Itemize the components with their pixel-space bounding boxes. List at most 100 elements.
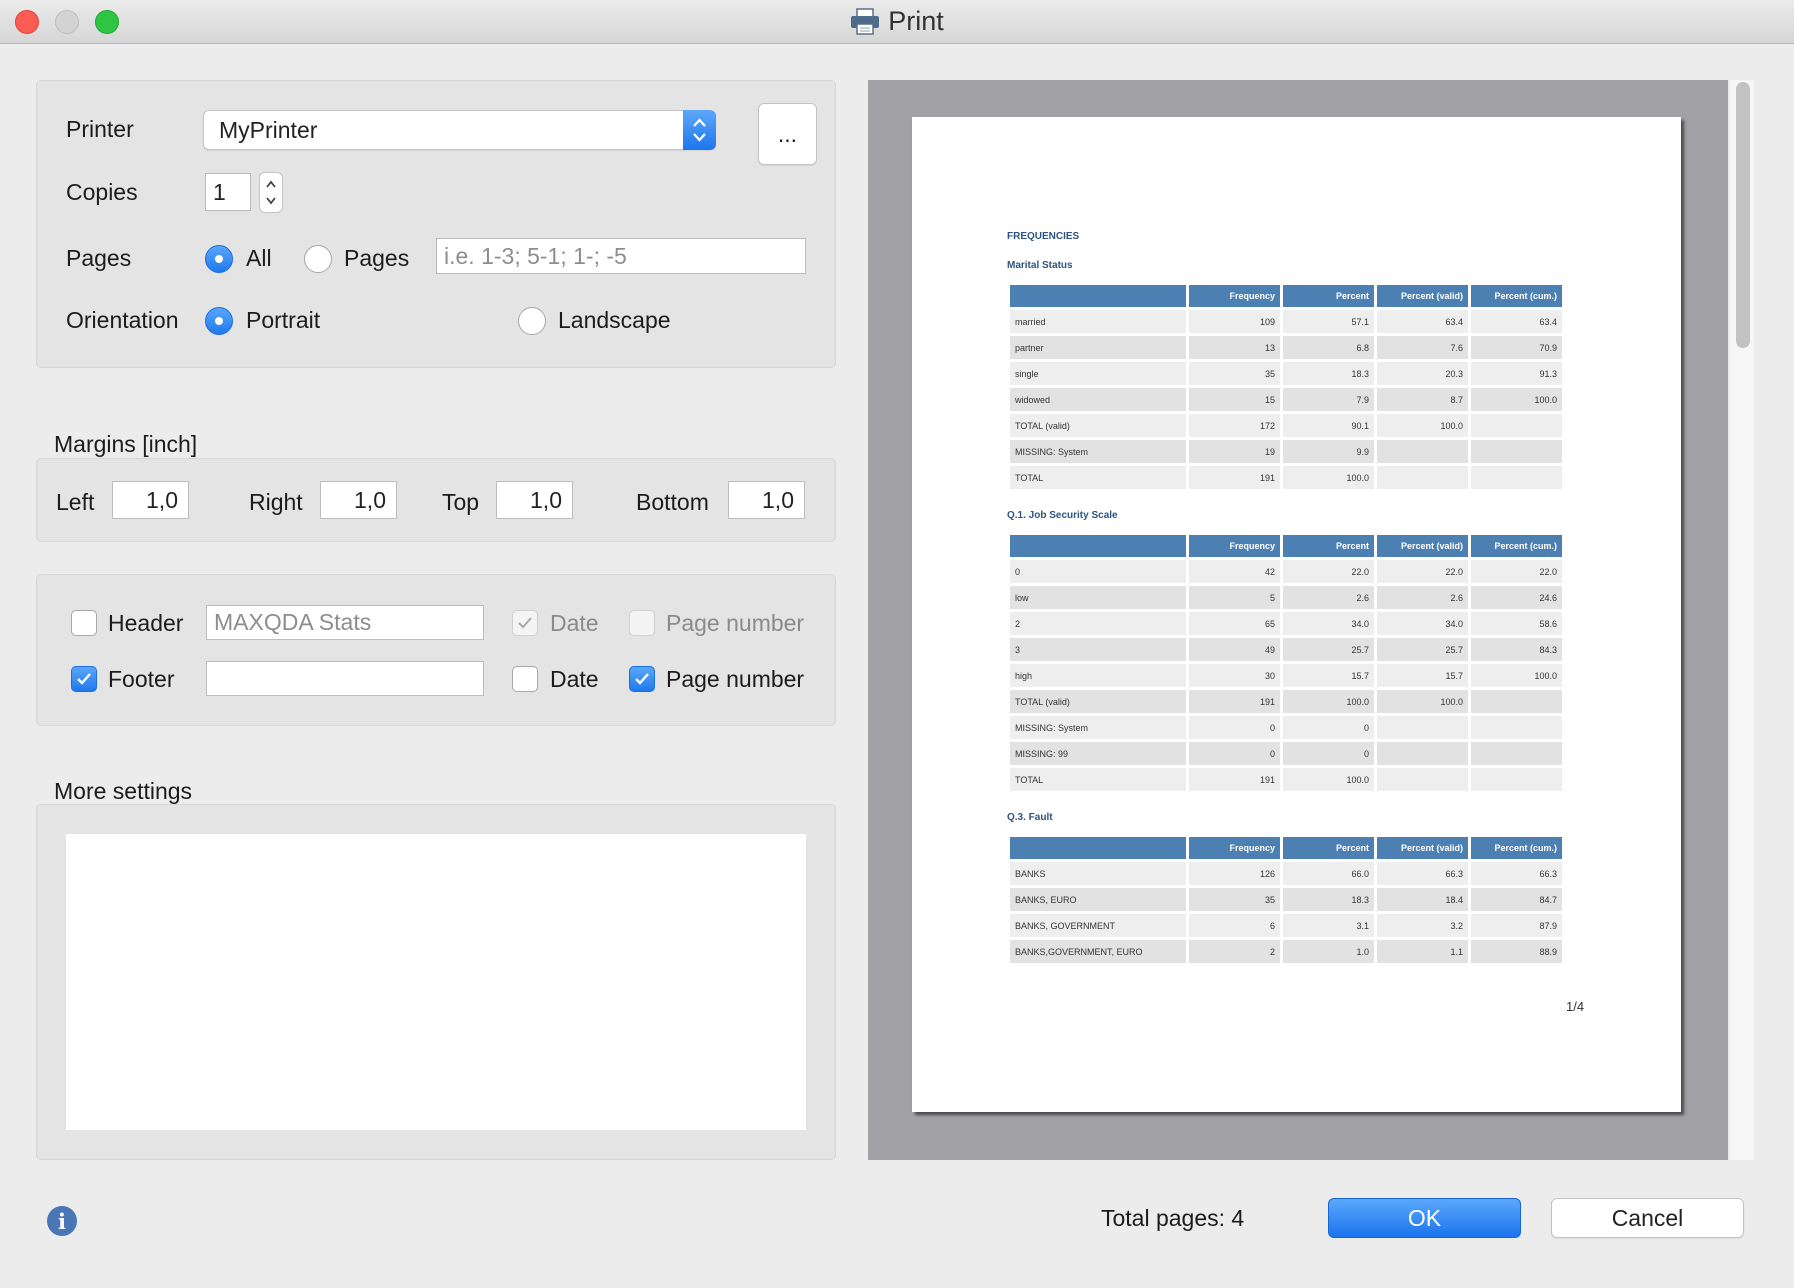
- preview-table-cell: 63.4: [1377, 310, 1468, 333]
- preview-table-cell: 22.0: [1283, 560, 1374, 583]
- stepper-arrows-icon: [266, 180, 276, 205]
- pages-all-label[interactable]: All: [246, 245, 272, 272]
- preview-table-row: BANKS, GOVERNMENT 6 3.1 3.2 87.9: [1010, 914, 1562, 937]
- margin-bottom-input[interactable]: 1,0: [728, 481, 805, 519]
- preview-table-row: MISSING: System 19 9.9: [1010, 440, 1562, 463]
- printer-select[interactable]: MyPrinter: [203, 110, 716, 150]
- preview-page: FREQUENCIES Marital Status Frequency Perce…: [912, 117, 1681, 1112]
- copies-input[interactable]: 1: [205, 173, 251, 211]
- margin-left-input[interactable]: 1,0: [112, 481, 189, 519]
- footer-label[interactable]: Footer: [108, 666, 174, 693]
- margin-top-label: Top: [442, 489, 480, 515]
- preview-table-row: single 35 18.3 20.3 91.3: [1010, 362, 1562, 385]
- preview-table-cell: [1471, 466, 1562, 489]
- preview-column-header: Frequency: [1189, 535, 1280, 557]
- preview-table-cell: 88.9: [1471, 940, 1562, 963]
- preview-table-cell: BANKS, GOVERNMENT: [1010, 914, 1186, 937]
- printer-label: Printer: [66, 116, 134, 142]
- footer-page-number-checkbox[interactable]: [629, 666, 655, 692]
- info-icon[interactable]: i: [47, 1206, 77, 1236]
- footer-page-number-label[interactable]: Page number: [666, 666, 804, 693]
- preview-table-cell: 100.0: [1471, 664, 1562, 687]
- footer-text-input[interactable]: [206, 661, 484, 696]
- margin-right-input[interactable]: 1,0: [320, 481, 397, 519]
- preview-table-row: TOTAL 191 100.0: [1010, 768, 1562, 791]
- orientation-portrait-label[interactable]: Portrait: [246, 307, 320, 334]
- preview-table-cell: high: [1010, 664, 1186, 687]
- preview-frequency-table: Frequency Percent Percent (valid) Percent (…: [1007, 834, 1565, 966]
- header-checkbox[interactable]: [71, 610, 97, 636]
- printer-more-button[interactable]: ...: [758, 103, 817, 165]
- preview-table-cell: 126: [1189, 862, 1280, 885]
- preview-table-cell: 3: [1010, 638, 1186, 661]
- pages-range-radio[interactable]: [304, 245, 332, 273]
- cancel-button[interactable]: Cancel: [1551, 1198, 1744, 1238]
- preview-table-cell: TOTAL (valid): [1010, 690, 1186, 713]
- preview-table-title: Q.3. Fault: [1007, 812, 1053, 823]
- header-page-number-checkbox[interactable]: [629, 610, 655, 636]
- preview-table-cell: 58.6: [1471, 612, 1562, 635]
- margin-top-input[interactable]: 1,0: [496, 481, 573, 519]
- preview-column-header: Percent (valid): [1377, 285, 1468, 307]
- preview-doc-title: FREQUENCIES: [1007, 231, 1080, 242]
- footer-date-label[interactable]: Date: [550, 666, 599, 693]
- preview-table-cell: 35: [1189, 362, 1280, 385]
- preview-table-cell: 2: [1010, 612, 1186, 635]
- pages-range-input[interactable]: i.e. 1-3; 5-1; 1-; -5: [436, 238, 806, 274]
- preview-column-header: [1010, 285, 1186, 307]
- preview-table-cell: 2.6: [1283, 586, 1374, 609]
- preview-table-row: BANKS 126 66.0 66.3 66.3: [1010, 862, 1562, 885]
- preview-table-cell: 90.1: [1283, 414, 1374, 437]
- preview-table-cell: [1471, 440, 1562, 463]
- preview-table-cell: MISSING: System: [1010, 716, 1186, 739]
- preview-table-cell: 91.3: [1471, 362, 1562, 385]
- pages-all-radio[interactable]: [205, 245, 233, 273]
- preview-table-cell: MISSING: System: [1010, 440, 1186, 463]
- preview-table-row: 2 65 34.0 34.0 58.6: [1010, 612, 1562, 635]
- pages-range-label[interactable]: Pages: [344, 245, 409, 272]
- preview-table-cell: [1471, 414, 1562, 437]
- preview-table-cell: 18.4: [1377, 888, 1468, 911]
- orientation-portrait-radio[interactable]: [205, 307, 233, 335]
- orientation-label: Orientation: [66, 307, 179, 333]
- header-date-checkbox[interactable]: [512, 610, 538, 636]
- pages-label: Pages: [66, 245, 132, 271]
- preview-table-cell: 0: [1010, 560, 1186, 583]
- preview-table-cell: 1.1: [1377, 940, 1468, 963]
- preview-page-indicator: 1/4: [1566, 999, 1585, 1014]
- header-text-input[interactable]: MAXQDA Stats: [206, 605, 484, 640]
- orientation-landscape-radio[interactable]: [518, 307, 546, 335]
- preview-scroll-thumb[interactable]: [1736, 82, 1750, 348]
- more-settings-area[interactable]: [66, 834, 806, 1130]
- header-label[interactable]: Header: [108, 610, 183, 637]
- copies-stepper[interactable]: [259, 172, 283, 213]
- preview-table-cell: [1471, 690, 1562, 713]
- orientation-landscape-label[interactable]: Landscape: [558, 307, 671, 334]
- printer-icon: [851, 7, 880, 35]
- footer-checkbox[interactable]: [71, 666, 97, 692]
- preview-table-cell: widowed: [1010, 388, 1186, 411]
- preview-table-row: BANKS, EURO 35 18.3 18.4 84.7: [1010, 888, 1562, 911]
- preview-table-cell: 15.7: [1283, 664, 1374, 687]
- preview-table-row: MISSING: System 0 0: [1010, 716, 1562, 739]
- preview-table-row: married 109 57.1 63.4 63.4: [1010, 310, 1562, 333]
- preview-frequency-table: Frequency Percent Percent (valid) Percent (…: [1007, 282, 1565, 492]
- preview-table-cell: 25.7: [1283, 638, 1374, 661]
- preview-table-row: 0 42 22.0 22.0 22.0: [1010, 560, 1562, 583]
- preview-table-cell: 15.7: [1377, 664, 1468, 687]
- header-page-number-label[interactable]: Page number: [666, 610, 804, 637]
- ok-button[interactable]: OK: [1328, 1198, 1521, 1238]
- preview-table-cell: 30: [1189, 664, 1280, 687]
- preview-table-cell: 19: [1189, 440, 1280, 463]
- preview-table-cell: TOTAL: [1010, 768, 1186, 791]
- header-date-label[interactable]: Date: [550, 610, 599, 637]
- preview-table-cell: 24.6: [1471, 586, 1562, 609]
- preview-table-cell: 20.3: [1377, 362, 1468, 385]
- margin-bottom-label: Bottom: [636, 489, 709, 515]
- preview-table-cell: partner: [1010, 336, 1186, 359]
- margin-right-label: Right: [249, 489, 303, 515]
- preview-table-cell: [1377, 466, 1468, 489]
- footer-date-checkbox[interactable]: [512, 666, 538, 692]
- preview-table-row: 3 49 25.7 25.7 84.3: [1010, 638, 1562, 661]
- preview-table-cell: 0: [1283, 742, 1374, 765]
